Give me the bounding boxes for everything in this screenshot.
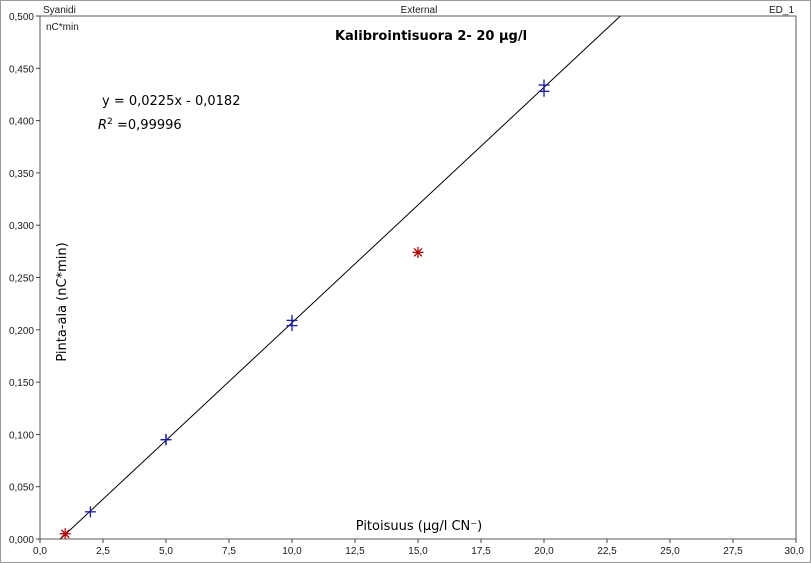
x-tick-label: 0,0 (33, 546, 47, 557)
y-tick-label: 0,250 (9, 274, 34, 285)
x-axis-label: Pitoisuus (µg/l CN⁻) (356, 519, 482, 534)
x-tick-label: 10,0 (282, 546, 302, 557)
y-tick-label: 0,050 (9, 483, 34, 494)
x-tick-label: 2,5 (96, 546, 110, 557)
x-tick-label: 15,0 (408, 546, 428, 557)
y-tick-label: 0,400 (9, 117, 34, 128)
x-tick-label: 20,0 (534, 546, 554, 557)
unit-label: nC*min (46, 22, 79, 33)
x-tick-label: 22,5 (597, 546, 617, 557)
x-tick-label: 7,5 (222, 546, 236, 557)
y-tick-label: 0,350 (9, 169, 34, 180)
y-tick-label: 0,500 (9, 12, 34, 23)
x-tick-label: 17,5 (471, 546, 491, 557)
x-tick-label: 5,0 (159, 546, 173, 557)
outlier-point (59, 528, 71, 540)
outlier-point (412, 246, 424, 258)
x-tick-label: 12,5 (345, 546, 365, 557)
x-tick-label: 25,0 (660, 546, 680, 557)
header-right: ED_1 (769, 5, 794, 16)
y-tick-label: 0,200 (9, 326, 34, 337)
x-tick-label: 30,0 (785, 546, 805, 557)
y-tick-label: 0,450 (9, 64, 34, 75)
y-tick-label: 0,100 (9, 430, 34, 441)
header-left: Syanidi (43, 5, 76, 16)
x-tick-label: 27,5 (723, 546, 743, 557)
chart-title: Kalibrointisuora 2- 20 µg/l (335, 29, 527, 44)
equation-label: y = 0,0225x - 0,0182 (102, 94, 240, 109)
y-axis-label: Pinta-ala (nC*min) (55, 242, 70, 361)
y-tick-label: 0,300 (9, 221, 34, 232)
y-tick-label: 0,150 (9, 378, 34, 389)
header-center: External (401, 5, 438, 16)
y-tick-label: 0,000 (9, 535, 34, 546)
calibration-chart: Syanidi External ED_1 0,000 0,050 0,100 0,1… (0, 0, 811, 563)
r-squared-value: =0,99996 (117, 118, 182, 133)
